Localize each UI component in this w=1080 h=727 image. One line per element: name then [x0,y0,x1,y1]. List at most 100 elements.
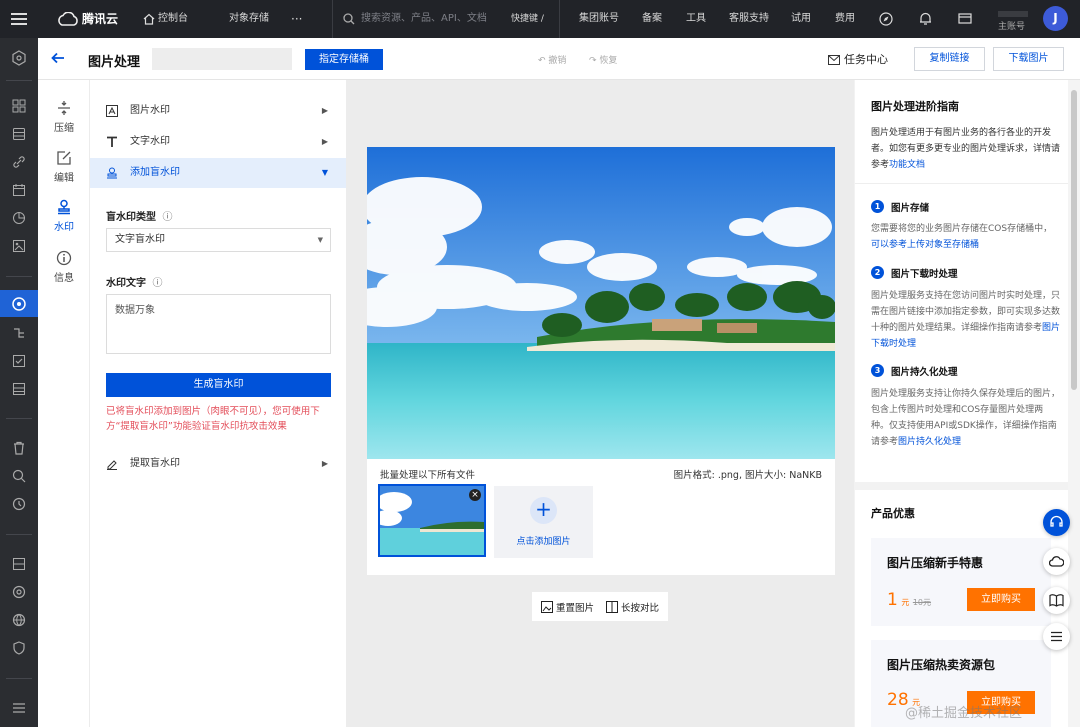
buy-now-button[interactable]: 立即购买 [967,588,1035,611]
back-arrow-icon[interactable] [51,52,65,64]
extract-blind-watermark-row[interactable]: 提取盲水印 ▶ [90,449,346,479]
storage-icon[interactable] [11,556,27,572]
image-watermark-row[interactable]: 图片水印 ▶ [90,96,346,126]
persistent-processing-link[interactable]: 图片持久化处理 [898,437,961,447]
blind-type-select[interactable]: 文字盲水印 ▼ [106,228,331,252]
image-icon [541,601,553,613]
database-icon[interactable] [11,381,27,397]
list-menu-icon[interactable] [1043,623,1070,650]
sidebar-item-image-processing[interactable] [0,290,38,317]
image-format-info: 图片格式: .png, 图片大小: NaNKB [673,470,822,481]
overview-icon[interactable] [11,98,27,114]
guide-title: 图片处理进阶指南 [871,100,959,113]
tool-watermark[interactable]: 水印 [38,199,90,233]
reset-image-button[interactable]: 重置图片 [541,600,594,614]
nav-link-tools[interactable]: 工具 [686,0,706,38]
avatar[interactable]: J [1043,6,1068,31]
chevron-down-icon: ▼ [321,168,328,177]
redo-button[interactable]: ↷ 恢复 [589,53,617,66]
search-input[interactable]: 搜索资源、产品、API、文档 [361,0,487,38]
tool-edit[interactable]: 编辑 [38,150,90,184]
search-icon [343,13,355,25]
more-products-button[interactable]: ··· [291,0,302,38]
guide-intro: 图片处理适用于有图片业务的各行各业的开发者。如您有更多更专业的图片处理诉求，详情… [871,128,1061,170]
step-number: 1 [871,200,884,213]
offers-title: 产品优惠 [871,507,915,520]
mail-icon[interactable] [958,12,972,25]
image-grid-icon[interactable] [11,238,27,254]
bell-icon[interactable] [919,12,932,26]
customer-service-button[interactable] [1043,509,1070,536]
tool-compress[interactable]: 压缩 [38,100,90,134]
nav-link-support[interactable]: 客服支持 [729,0,769,38]
task-center-button[interactable]: 任务中心 [828,51,888,66]
magnifier-icon[interactable] [11,468,27,484]
step-number: 2 [871,266,884,279]
step-title: 图片存储 [891,203,930,214]
download-image-button[interactable]: 下载图片 [993,47,1064,71]
tool-info[interactable]: 信息 [38,250,90,284]
menu-icon[interactable] [11,12,27,26]
page-header: 图片处理 指定存储桶 ↶ 撤销 ↷ 恢复 任务中心 复制链接 下载图片 [38,38,1080,80]
offer-name: 图片压缩热卖资源包 [887,658,996,672]
offer-name: 图片压缩新手特惠 [887,556,984,570]
watermark-text-input[interactable]: 数据万象 [106,294,331,354]
clock-icon[interactable] [11,496,27,512]
add-blind-watermark-row[interactable]: 添加盲水印 ▼ [90,158,346,188]
thumbnail-selected[interactable]: × [378,484,486,557]
undo-button[interactable]: ↶ 撤销 [538,53,566,66]
collapse-menu-icon[interactable] [11,700,27,716]
help-icon[interactable]: ⓘ [162,212,172,223]
nav-link-filing[interactable]: 备案 [642,0,662,38]
step-text: 您需要将您的业务图片存储在COS存储桶中，可以参考上传对象至存储桶 [871,224,1053,250]
bucket-list-icon[interactable] [11,126,27,142]
service-sidebar [0,38,38,727]
select-bucket-button[interactable]: 指定存储桶 [305,49,383,70]
blind-watermark-icon [107,167,117,179]
add-image-button[interactable]: + 点击添加图片 [494,486,593,558]
scrollbar[interactable] [1068,80,1080,727]
calendar-icon[interactable] [11,182,27,198]
page-title: 图片处理 [88,55,141,70]
trash-icon[interactable] [11,440,27,456]
link-icon[interactable] [11,154,27,170]
account-name[interactable]: 主账号 [998,8,1034,32]
task-check-icon[interactable] [11,353,27,369]
cube-icon[interactable] [11,50,27,66]
shield-icon[interactable] [11,640,27,656]
upload-guide-link[interactable]: 可以参考上传对象至存储桶 [871,240,979,250]
nav-link-trial[interactable]: 试用 [791,0,811,38]
offer-card[interactable]: 图片压缩新手特惠 1 元 10元 立即购买 [871,538,1051,626]
cloud-feedback-button[interactable] [1043,548,1070,575]
nav-link-group-account[interactable]: 集团账号 [579,0,619,38]
guide-panel: 图片处理进阶指南 图片处理适用于有图片业务的各行各业的开发者。如您有更多更专业的… [855,80,1068,727]
settings-icon[interactable] [11,584,27,600]
product-link-cos[interactable]: 对象存储 [229,0,269,38]
help-icon[interactable]: ⓘ [152,278,162,289]
console-link[interactable]: 控制台 [158,0,188,38]
brand-name[interactable]: 腾讯云 [82,0,118,38]
batch-process-label: 批量处理以下所有文件 [380,470,476,481]
remove-thumbnail-icon[interactable]: × [469,489,481,501]
generate-blind-watermark-button[interactable]: 生成盲水印 [106,373,331,397]
text-watermark-icon [107,136,117,147]
docs-link[interactable]: 功能文档 [889,160,925,170]
globe-icon[interactable] [11,612,27,628]
top-navigation-bar: 腾讯云 控制台 对象存储 ··· 搜索资源、产品、API、文档 快捷键 / 集团… [0,0,1080,38]
edit-icon [57,151,71,165]
text-watermark-row[interactable]: 文字水印 ▶ [90,127,346,157]
compare-button[interactable]: 长按对比 [606,600,659,614]
step-title: 图片下载时处理 [891,269,958,280]
compass-icon[interactable] [879,12,893,26]
home-icon[interactable] [143,13,155,25]
chevron-down-icon: ▼ [317,236,323,244]
copy-link-button[interactable]: 复制链接 [914,47,985,71]
nav-link-billing[interactable]: 费用 [835,0,855,38]
info-icon [56,250,72,266]
chevron-right-icon: ▶ [321,137,328,146]
brand-logo-icon[interactable] [57,11,79,26]
offer-price: 1 元 10元 [887,590,932,610]
book-icon[interactable] [1043,587,1070,614]
pie-chart-icon[interactable] [11,210,27,226]
workflow-icon[interactable] [11,325,27,341]
